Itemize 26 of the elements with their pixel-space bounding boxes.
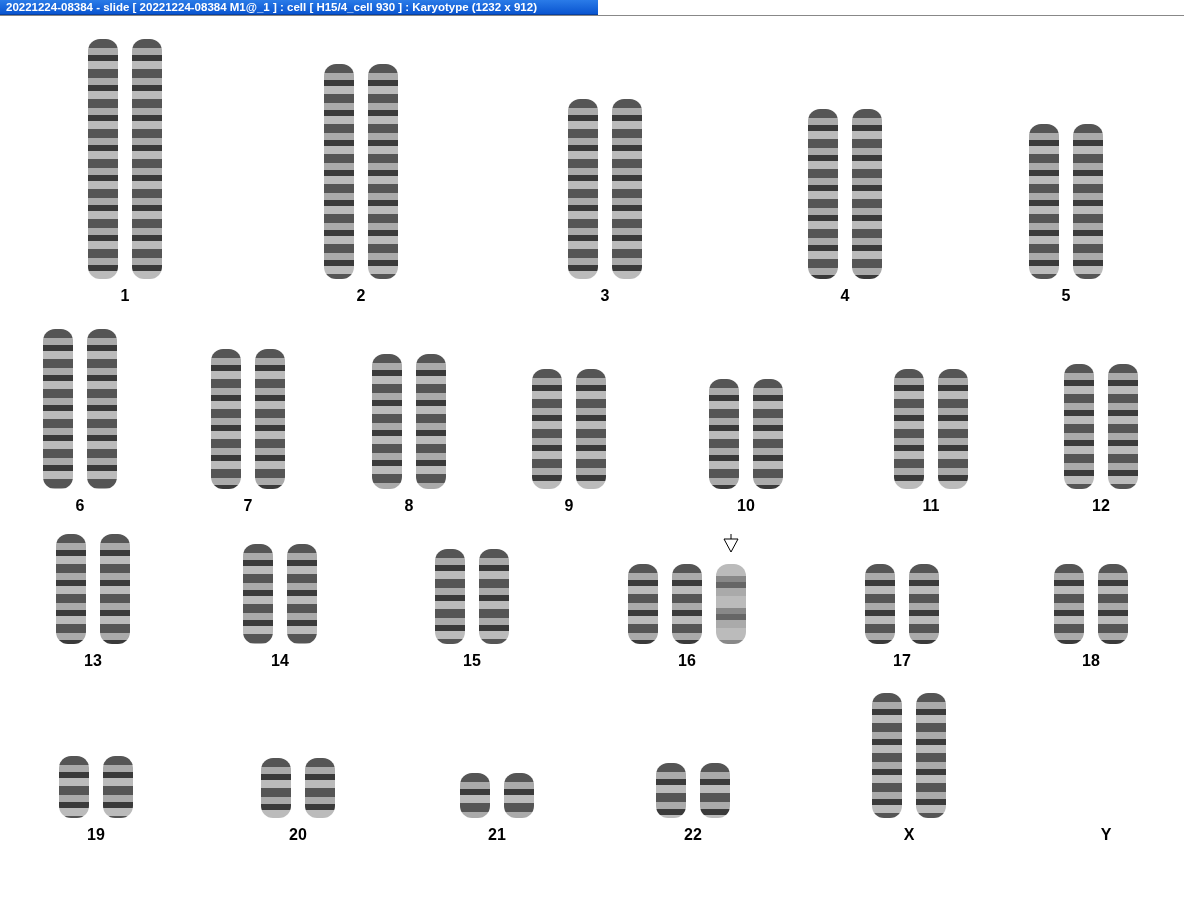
chromosome-label: 5 (1061, 287, 1071, 305)
chromosome-label: 12 (1092, 497, 1110, 515)
chromosome-label: Y (1100, 826, 1112, 844)
chromosome-label: 14 (271, 652, 289, 670)
chromosome-label: 2 (356, 287, 366, 305)
chromosome-label: 17 (893, 652, 911, 670)
chromosome-label: 21 (488, 826, 506, 844)
chromosome-label: 15 (463, 652, 481, 670)
chromosome-label: 22 (684, 826, 702, 844)
chromosome-label: 9 (564, 497, 574, 515)
chromosome-label: 7 (243, 497, 253, 515)
chromosome-label: 11 (922, 497, 940, 515)
chromosome-label: 4 (840, 287, 850, 305)
chromosome-label: 19 (87, 826, 105, 844)
chromosome-label: 3 (600, 287, 610, 305)
chromosome-label: 13 (84, 652, 102, 670)
chromosome-label: 6 (75, 497, 85, 515)
triangle-marker-icon (723, 534, 739, 554)
chromosome-label: 1 (120, 287, 130, 305)
chromosome-label: 8 (404, 497, 414, 515)
chromosome-label: 20 (289, 826, 307, 844)
chromosome-label: 10 (737, 497, 755, 515)
chromosome-label: 18 (1082, 652, 1100, 670)
chromosome-label: X (903, 826, 915, 844)
chromosome-label: 16 (678, 652, 696, 670)
window-title: 20221224-08384 - slide [ 20221224-08384 M1@_1 ] : cell [ H15/4_cell 930 ] : Karyotype (1232 x 912) (0, 0, 598, 15)
